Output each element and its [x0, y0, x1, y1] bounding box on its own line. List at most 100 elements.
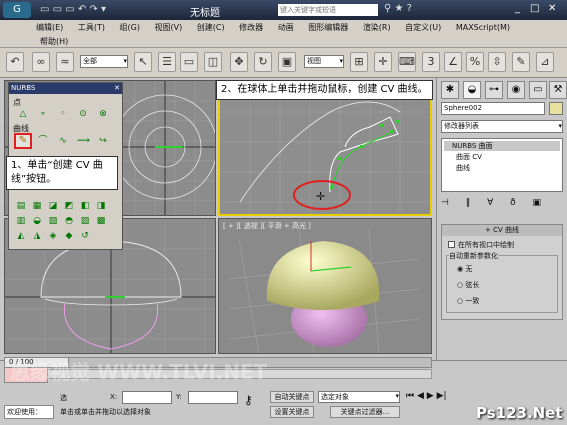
ruled-surface-icon[interactable]: ▧ — [47, 216, 59, 226]
reference-coord-dropdown[interactable]: 视图 ▾ — [304, 55, 344, 68]
move-icon[interactable]: ✥ — [230, 52, 248, 72]
x-coord-field[interactable] — [122, 391, 172, 404]
rollout-title[interactable]: + CV 曲线 — [442, 225, 562, 236]
maximize-button[interactable]: □ — [530, 3, 539, 14]
u-loft-icon[interactable]: ▨ — [79, 216, 91, 226]
mirror-surface-icon[interactable]: ◨ — [95, 201, 107, 211]
selection-filter-dropdown[interactable]: 全部 ▾ — [80, 55, 128, 68]
two-rail-sweep-icon[interactable]: ◮ — [31, 231, 43, 241]
quick-access-icons[interactable]: ▭ ▭ ▭ ↶ ↷ ▾ — [40, 4, 106, 15]
create-cv-curve-button[interactable]: ✎ — [14, 133, 32, 149]
lathe-surface-icon[interactable]: ◒ — [31, 216, 43, 226]
search-input[interactable]: 键入关键字或短语 — [278, 4, 378, 16]
motion-tab-icon[interactable]: ◉ — [507, 81, 525, 99]
menu-item[interactable]: 编辑(E) — [36, 23, 63, 32]
extrude-surface-icon[interactable]: ▥ — [15, 216, 27, 226]
menu-item[interactable]: 修改器 — [239, 23, 263, 32]
fit-curve-icon[interactable]: ∿ — [57, 136, 69, 146]
link-icon[interactable]: ∞ — [32, 52, 50, 72]
stack-item-nurbs[interactable]: NURBS 曲面 — [444, 141, 560, 151]
draw-all-viewports-checkbox[interactable] — [448, 241, 455, 248]
offset-point-icon[interactable]: ∘ — [37, 109, 49, 119]
blend-curve-icon[interactable]: ↪ — [97, 136, 109, 146]
next-frame-icon[interactable]: ▶| — [437, 391, 447, 401]
object-name-field[interactable]: Sphere002 — [441, 102, 545, 115]
offset-surface-icon[interactable]: ◧ — [79, 201, 91, 211]
mirror-icon[interactable]: ⊿ — [536, 52, 554, 72]
rail-sweep-icon[interactable]: ◭ — [15, 231, 27, 241]
point-tool-icon[interactable]: △ — [17, 109, 29, 119]
modify-tab-icon[interactable]: ◒ — [463, 81, 481, 99]
menu-item[interactable]: 渲染(R) — [363, 23, 391, 32]
select-icon[interactable]: ↖ — [134, 52, 152, 72]
fillet-surface-icon[interactable]: ↺ — [79, 231, 91, 241]
manipulate-icon[interactable]: ✛ — [374, 52, 392, 72]
menu-item-help[interactable]: 帮助(H) — [40, 36, 68, 47]
pivot-icon[interactable]: ⊞ — [350, 52, 368, 72]
menu-item[interactable]: 视图(V) — [155, 23, 183, 32]
modifier-list-dropdown[interactable]: 修改器列表 ▾ — [441, 120, 563, 133]
cv-surface-icon[interactable]: ▤ — [15, 201, 27, 211]
goto-start-icon[interactable]: ⏮ — [406, 391, 414, 401]
viewport-perspective[interactable]: [ + ][ 透视 ][ 平滑 + 高光 ] — [218, 218, 432, 354]
menu-item[interactable]: 工具(T) — [78, 23, 105, 32]
surf-point-icon[interactable]: ⊙ — [77, 109, 89, 119]
remove-modifier-icon[interactable]: ð — [510, 198, 516, 208]
key-filters-button[interactable]: 关键点过滤器... — [330, 406, 400, 418]
menu-item[interactable]: 自定义(U) — [405, 23, 441, 32]
rect-select-icon[interactable]: ▭ — [180, 52, 198, 72]
undo-icon[interactable]: ↶ — [6, 52, 24, 72]
utilities-tab-icon[interactable]: ⚒ — [549, 81, 567, 99]
percent-snap-icon[interactable]: % — [466, 52, 484, 72]
window-cross-icon[interactable]: ◫ — [204, 52, 222, 72]
cap-surface-icon[interactable]: ◓ — [63, 216, 75, 226]
set-key-button[interactable]: 设置关键点 — [270, 406, 314, 418]
radio-none[interactable]: ◉ 无 — [457, 264, 472, 274]
keyboard-shortcut-icon[interactable]: ⌨ — [398, 52, 416, 72]
make-unique-icon[interactable]: ∀ — [487, 198, 493, 208]
curve-point-icon[interactable]: ◦ — [57, 109, 69, 119]
prev-frame-icon[interactable]: ◀ — [417, 391, 424, 401]
snap-icon[interactable]: 3 — [422, 52, 440, 72]
display-tab-icon[interactable]: ▭ — [529, 81, 547, 99]
hierarchy-tab-icon[interactable]: ⊶ — [485, 81, 503, 99]
help-icons[interactable]: ⚲ ★ ? — [384, 3, 412, 14]
y-coord-field[interactable] — [188, 391, 238, 404]
nurbs-title-bar[interactable]: NURBS ✕ — [9, 83, 122, 94]
menu-item[interactable]: MAXScript(M) — [456, 23, 510, 32]
menu-item[interactable]: 创建(C) — [197, 23, 225, 32]
curve-curve-point-icon[interactable]: ⊗ — [97, 109, 109, 119]
stack-item-curve[interactable]: 曲线 — [456, 163, 470, 173]
multi-trim-icon[interactable]: ◆ — [63, 231, 75, 241]
auto-key-button[interactable]: 自动关键点 — [270, 391, 314, 403]
angle-snap-icon[interactable]: ∠ — [444, 52, 462, 72]
spinner-snap-icon[interactable]: ⇳ — [488, 52, 506, 72]
key-icon[interactable]: ⚷ — [244, 393, 253, 407]
selected-object-dropdown[interactable]: 选定对象 ▾ — [318, 391, 400, 403]
point-surface-icon[interactable]: ▦ — [31, 201, 43, 211]
transform-curve-icon[interactable]: ⟿ — [77, 136, 90, 146]
viewport-label[interactable]: [ + ][ 透视 ][ 平滑 + 高光 ] — [223, 221, 311, 231]
menu-item[interactable]: 图形编辑器 — [308, 23, 348, 32]
create-tab-icon[interactable]: ✱ — [441, 81, 459, 99]
point-curve-icon[interactable]: ⌒ — [37, 136, 49, 146]
radio-chord[interactable]: ○ 弦长 — [457, 280, 479, 290]
pin-stack-icon[interactable]: ⊣ — [441, 198, 449, 208]
rotate-icon[interactable]: ↻ — [254, 52, 272, 72]
object-color-swatch[interactable] — [549, 102, 563, 115]
unlink-icon[interactable]: ≈ — [56, 52, 74, 72]
play-icon[interactable]: ▶ — [427, 391, 434, 401]
menu-item[interactable]: 动画 — [278, 23, 294, 32]
configure-sets-icon[interactable]: ▣ — [533, 198, 542, 208]
blend-surface-icon[interactable]: ◩ — [63, 201, 75, 211]
show-end-result-icon[interactable]: ‖ — [466, 198, 471, 208]
scale-icon[interactable]: ▣ — [278, 52, 296, 72]
menu-item[interactable]: 组(G) — [120, 23, 140, 32]
multisided-blend-icon[interactable]: ◈ — [47, 231, 59, 241]
named-selection-icon[interactable]: ✎ — [512, 52, 530, 72]
close-button[interactable]: ✕ — [548, 3, 556, 14]
select-by-name-icon[interactable]: ☰ — [158, 52, 176, 72]
app-logo-icon[interactable]: G — [3, 2, 31, 18]
stack-item-surface-cv[interactable]: 曲面 CV — [456, 152, 482, 162]
uv-loft-icon[interactable]: ▩ — [95, 216, 107, 226]
